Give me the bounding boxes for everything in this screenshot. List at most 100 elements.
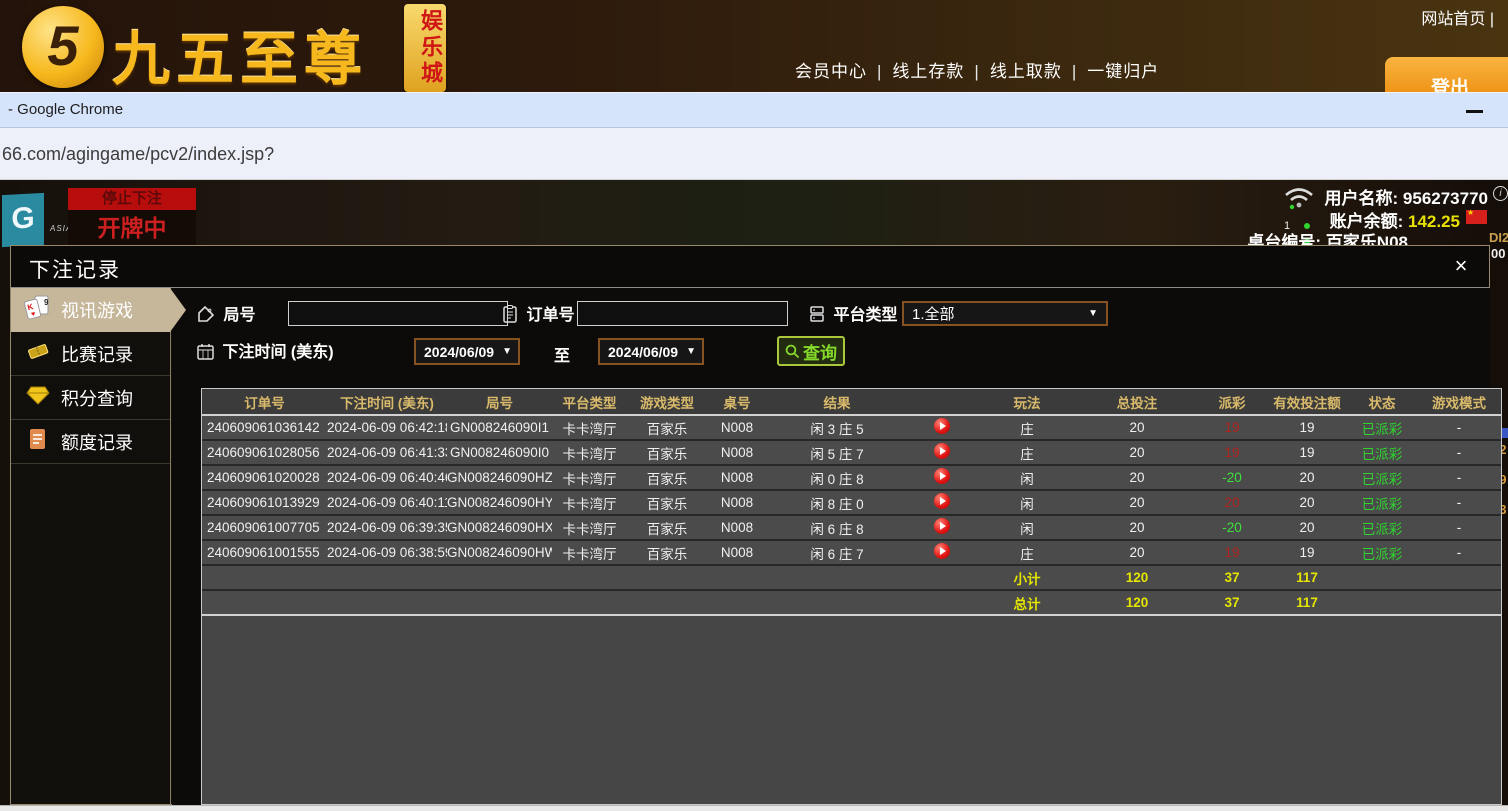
- cell: [907, 490, 977, 515]
- summary-cell: [1417, 565, 1501, 590]
- nav-item[interactable]: 一键归户: [1087, 62, 1159, 81]
- date-from-select[interactable]: 2024/06/09 ▼: [414, 338, 520, 365]
- summary-cell: [627, 590, 707, 615]
- cell: 百家乐: [627, 515, 707, 540]
- summary-cell: [447, 565, 552, 590]
- summary-row: 总计12037117: [202, 590, 1501, 615]
- dialog-sidebar: 9 K ♥ 视讯游戏: [11, 288, 171, 805]
- cell: -: [1417, 540, 1501, 565]
- cell: 庄: [977, 440, 1077, 465]
- query-button[interactable]: 查询: [777, 336, 845, 366]
- window-title: - Google Chrome: [8, 101, 123, 118]
- cell: 百家乐: [627, 440, 707, 465]
- cell: 庄: [977, 540, 1077, 565]
- summary-cell: [1417, 590, 1501, 615]
- asia-gaming-logo-icon: G: [2, 193, 44, 247]
- nav-item[interactable]: 会员中心: [795, 62, 867, 81]
- tab-match-records[interactable]: 比赛记录: [11, 332, 170, 376]
- bet-records-dialog: 下注记录 × 9 K ♥: [10, 245, 1490, 805]
- table-row: 2406090610200282024-06-09 06:40:46GN0082…: [202, 465, 1501, 490]
- cell: -: [1417, 440, 1501, 465]
- cell: [907, 440, 977, 465]
- cell: 2024-06-09 06:40:46: [327, 465, 447, 490]
- user-name-label: 用户名称:: [1325, 189, 1399, 208]
- nav-separator: |: [964, 62, 989, 81]
- summary-cell: [627, 565, 707, 590]
- summary-cell: [707, 590, 767, 615]
- play-video-icon[interactable]: [934, 468, 950, 484]
- cell: 已派彩: [1347, 440, 1417, 465]
- play-video-icon[interactable]: [934, 543, 950, 559]
- table-row: 2406090610280562024-06-09 06:41:33GN0082…: [202, 440, 1501, 465]
- cell: N008: [707, 440, 767, 465]
- tab-video-games[interactable]: 9 K ♥ 视讯游戏: [11, 288, 170, 332]
- cell: 已派彩: [1347, 540, 1417, 565]
- summary-cell: [327, 590, 447, 615]
- play-video-icon[interactable]: [934, 443, 950, 459]
- date-to-select[interactable]: 2024/06/09 ▼: [598, 338, 704, 365]
- order-input[interactable]: [577, 301, 788, 326]
- nav-item[interactable]: 线上存款: [892, 62, 964, 81]
- cell: 卡卡湾厅: [552, 515, 627, 540]
- summary-cell: [552, 590, 627, 615]
- cell: 240609061028056: [202, 440, 327, 465]
- cell: 20: [1197, 490, 1267, 515]
- cell: 闲 3 庄 5: [767, 415, 907, 440]
- order-label: 订单号: [526, 307, 574, 324]
- site-header: 5 九五至尊 娱乐城 网站首页 | 会员中心|线上存款|线上取款|一键归户 登出: [0, 0, 1508, 92]
- cell: 19: [1267, 415, 1347, 440]
- platform-selected-value: 1.全部: [912, 303, 955, 324]
- url-text[interactable]: 66.com/agingame/pcv2/index.jsp?: [2, 144, 274, 165]
- cell: -20: [1197, 515, 1267, 540]
- cell: N008: [707, 515, 767, 540]
- cell: 卡卡湾厅: [552, 465, 627, 490]
- summary-cell: [1347, 565, 1417, 590]
- summary-cell: [767, 590, 907, 615]
- column-header: 游戏模式: [1417, 389, 1501, 415]
- column-header: 订单号: [202, 389, 327, 415]
- cell: 240609061013929: [202, 490, 327, 515]
- home-link[interactable]: 网站首页 |: [1421, 5, 1494, 29]
- summary-cell: 37: [1197, 565, 1267, 590]
- cell: 闲: [977, 465, 1077, 490]
- info-icon[interactable]: i: [1493, 186, 1508, 201]
- cell: 闲 6 庄 8: [767, 515, 907, 540]
- summary-cell: [202, 590, 327, 615]
- cell: 百家乐: [627, 465, 707, 490]
- play-video-icon[interactable]: [934, 418, 950, 434]
- platform-select[interactable]: 1.全部 ▼: [902, 301, 1108, 326]
- query-button-label: 查询: [803, 339, 837, 364]
- play-video-icon[interactable]: [934, 518, 950, 534]
- cell: [907, 515, 977, 540]
- column-header: 状态: [1347, 389, 1417, 415]
- game-background: G ASIA GAMING 停止下注 开牌中 1 2 用户名称: 9562737…: [0, 180, 1508, 811]
- dialog-content: 局号 订单号: [172, 288, 1490, 805]
- cell: 闲 6 庄 7: [767, 540, 907, 565]
- cell: [907, 415, 977, 440]
- cell: 卡卡湾厅: [552, 415, 627, 440]
- edge-fragment: 00: [1491, 246, 1505, 261]
- cell: -: [1417, 490, 1501, 515]
- round-input[interactable]: [288, 301, 508, 326]
- cell: 240609061020028: [202, 465, 327, 490]
- chevron-down-icon: ▼: [686, 346, 696, 357]
- brand-logo-icon: 5: [22, 6, 104, 88]
- cell: GN008246090HW: [447, 540, 552, 565]
- date-from-value: 2024/06/09: [424, 344, 494, 360]
- nav-item[interactable]: 线上取款: [990, 62, 1062, 81]
- cell: 2024-06-09 06:40:11: [327, 490, 447, 515]
- tab-label: 视讯游戏: [61, 297, 133, 323]
- logout-button[interactable]: 登出: [1385, 57, 1508, 92]
- ticket-icon: [23, 342, 53, 365]
- platform-label: 平台类型: [833, 307, 897, 324]
- tab-credit-records[interactable]: 额度记录: [11, 420, 170, 464]
- cell: 20: [1077, 540, 1197, 565]
- cell: -: [1417, 415, 1501, 440]
- close-icon[interactable]: ×: [1449, 254, 1473, 278]
- play-video-icon[interactable]: [934, 493, 950, 509]
- summary-cell: 120: [1077, 590, 1197, 615]
- cell: N008: [707, 415, 767, 440]
- tab-points-query[interactable]: 积分查询: [11, 376, 170, 420]
- summary-cell: [447, 590, 552, 615]
- minimize-icon[interactable]: [1466, 110, 1483, 113]
